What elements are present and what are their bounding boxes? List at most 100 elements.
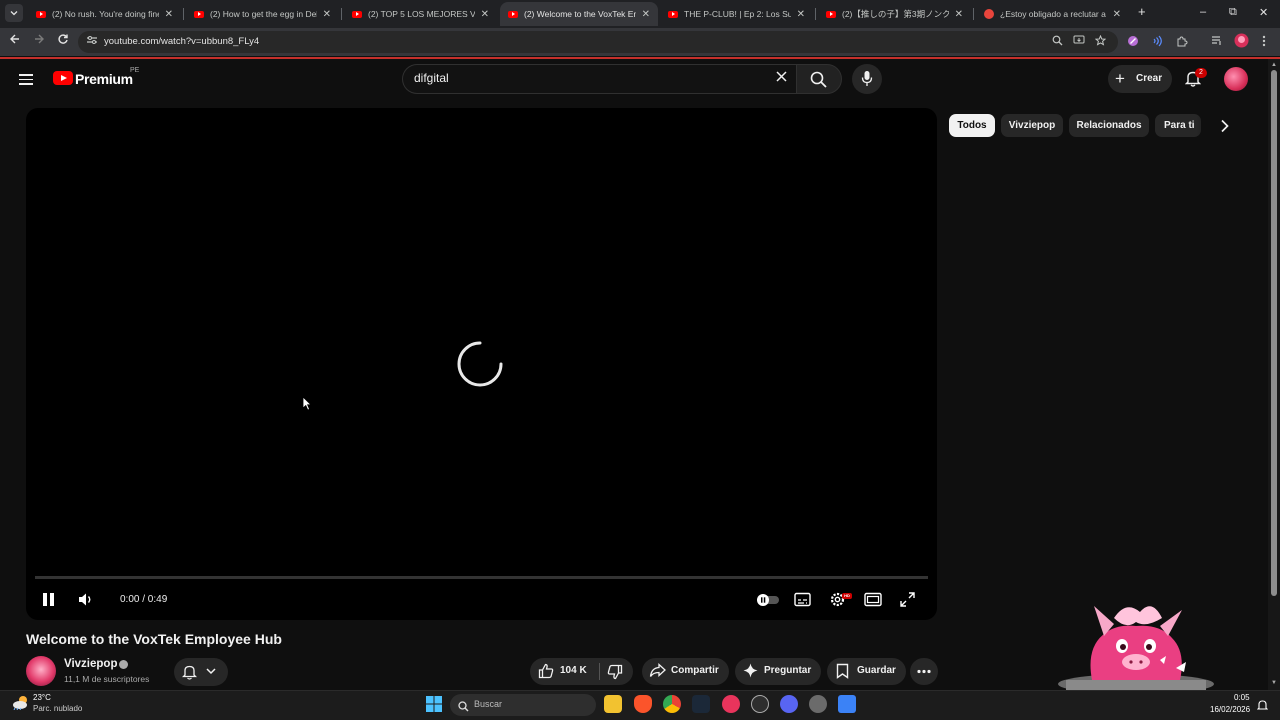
clock-date[interactable]: 16/02/2026 <box>1210 705 1250 714</box>
app-icon[interactable] <box>722 695 740 713</box>
chip-relacionados[interactable]: Relacionados <box>1069 114 1149 137</box>
browser-menu-icon[interactable] <box>1262 35 1266 50</box>
browser-tab[interactable]: THE P-CLUB! | Ep 2: Los Suplen ✕ <box>660 2 813 26</box>
youtube-favicon-icon <box>826 10 836 18</box>
bookmark-icon <box>836 663 849 684</box>
discord-icon[interactable] <box>780 695 798 713</box>
clock-time[interactable]: 0:05 <box>1234 693 1250 702</box>
reload-button[interactable] <box>57 33 69 48</box>
extensions-puzzle-icon[interactable] <box>1176 35 1188 50</box>
minimize-button[interactable]: – <box>1200 6 1206 18</box>
taskbar-search-box[interactable] <box>450 694 596 716</box>
start-button[interactable] <box>425 695 443 718</box>
brave-browser-icon[interactable] <box>634 695 652 713</box>
chrome-icon[interactable] <box>663 695 681 713</box>
subscription-bell-button[interactable] <box>174 658 228 686</box>
like-button[interactable] <box>538 663 554 684</box>
new-tab-button[interactable]: + <box>1138 4 1146 19</box>
chevron-right-icon <box>1221 119 1229 133</box>
zoom-icon[interactable] <box>1052 35 1063 49</box>
weather-cloud-icon[interactable] <box>12 694 30 711</box>
subtitles-button[interactable] <box>794 592 811 612</box>
tab-divider <box>973 8 974 20</box>
menu-icon <box>19 74 33 76</box>
pause-icon <box>43 593 54 606</box>
chip-para-ti[interactable]: Para ti <box>1155 114 1201 137</box>
restore-button[interactable]: ⧉ <box>1229 6 1237 19</box>
youtube-logo-icon[interactable] <box>53 71 73 85</box>
bookmark-star-icon[interactable] <box>1094 34 1107 49</box>
forward-button[interactable] <box>33 33 45 48</box>
back-button[interactable] <box>9 33 21 48</box>
media-app-icon[interactable] <box>751 695 769 713</box>
logo-premium-text[interactable]: Premium <box>75 71 133 87</box>
scrollbar-thumb[interactable] <box>1271 70 1277 596</box>
notification-center-icon[interactable] <box>1256 698 1269 716</box>
sparkle-icon <box>743 663 758 683</box>
youtube-favicon-icon <box>668 10 678 18</box>
tab-title: (2) Welcome to the VoxTek Emp <box>524 9 636 19</box>
reddit-favicon-icon <box>984 9 994 19</box>
weather-description[interactable]: Parc. nublado <box>33 704 82 713</box>
close-tab-icon[interactable]: ✕ <box>165 9 173 20</box>
arrow-left-icon <box>10 34 19 44</box>
channel-name[interactable]: Vivziepop <box>64 658 117 670</box>
spinner-icon <box>457 341 503 387</box>
steam-icon[interactable] <box>692 695 710 713</box>
mute-button[interactable] <box>78 592 94 612</box>
tab-title: THE P-CLUB! | Ep 2: Los Suplen <box>684 9 791 19</box>
chevron-down-icon <box>10 11 18 16</box>
settings-icon[interactable] <box>809 695 827 713</box>
clear-search-button[interactable] <box>776 69 787 87</box>
dislike-button[interactable] <box>607 664 623 685</box>
scroll-up-icon[interactable]: ▲ <box>1271 62 1277 68</box>
site-info-icon[interactable] <box>86 35 98 48</box>
thumbs-up-icon <box>538 663 554 679</box>
youtube-favicon-icon <box>352 10 362 18</box>
autoplay-toggle[interactable] <box>756 593 780 612</box>
like-count[interactable]: 104 K <box>560 665 587 676</box>
search-input[interactable]: difgital <box>414 71 449 85</box>
video-progress-bar[interactable] <box>35 576 928 579</box>
media-queue-icon[interactable] <box>1211 35 1223 49</box>
close-window-button[interactable]: ✕ <box>1259 6 1268 19</box>
audio-extension-icon[interactable] <box>1151 35 1163 50</box>
channel-avatar[interactable] <box>26 656 56 686</box>
close-tab-icon[interactable]: ✕ <box>1113 9 1121 20</box>
voice-search-button[interactable] <box>852 64 882 94</box>
install-app-icon[interactable] <box>1073 35 1085 49</box>
pause-button[interactable] <box>42 592 55 612</box>
close-tab-icon[interactable]: ✕ <box>955 9 963 20</box>
browser-tab[interactable]: (2)【推しの子】第3期ノンクレジット ✕ <box>818 2 971 26</box>
browser-tab-active[interactable]: (2) Welcome to the VoxTek Emp ✕ <box>500 2 658 26</box>
file-explorer-icon[interactable] <box>604 695 622 713</box>
taskbar-search-placeholder[interactable]: Buscar <box>474 699 502 709</box>
browser-tab[interactable]: (2) TOP 5 LOS MEJORES VILLAN ✕ <box>344 2 497 26</box>
close-tab-icon[interactable]: ✕ <box>797 9 805 20</box>
tab-divider <box>341 8 342 20</box>
profile-avatar[interactable] <box>1234 33 1249 51</box>
extension-icon[interactable] <box>1127 35 1139 50</box>
weather-temperature[interactable]: 23°C <box>33 693 51 702</box>
scroll-down-icon[interactable]: ▼ <box>1271 680 1277 686</box>
close-tab-icon[interactable]: ✕ <box>323 9 331 20</box>
chip-todos[interactable]: Todos <box>949 114 995 137</box>
close-tab-icon[interactable]: ✕ <box>481 9 489 20</box>
browser-tab[interactable]: (2) How to get the egg in Delta ✕ <box>186 2 339 26</box>
theater-mode-button[interactable] <box>864 592 882 612</box>
tab-search-button[interactable] <box>5 4 23 22</box>
more-actions-button[interactable] <box>910 658 938 685</box>
search-box[interactable] <box>402 64 796 94</box>
url-text[interactable]: youtube.com/watch?v=ubbun8_FLy4 <box>104 36 259 47</box>
tab-title: (2) No rush. You're doing fine. � <box>52 8 159 19</box>
search-button[interactable] <box>796 64 842 94</box>
account-avatar[interactable] <box>1224 67 1248 91</box>
fullscreen-button[interactable] <box>900 592 915 612</box>
notepad-icon[interactable] <box>838 695 856 713</box>
chips-next-button[interactable] <box>1220 119 1230 138</box>
browser-tab[interactable]: (2) No rush. You're doing fine. � ✕ <box>28 2 181 26</box>
browser-tab[interactable]: ¿Estoy obligado a reclutar a La ✕ <box>976 2 1129 26</box>
chip-vivziepop[interactable]: Vivziepop <box>1001 114 1063 137</box>
mascot-overlay-image <box>1056 588 1216 694</box>
close-tab-icon[interactable]: ✕ <box>642 9 650 20</box>
